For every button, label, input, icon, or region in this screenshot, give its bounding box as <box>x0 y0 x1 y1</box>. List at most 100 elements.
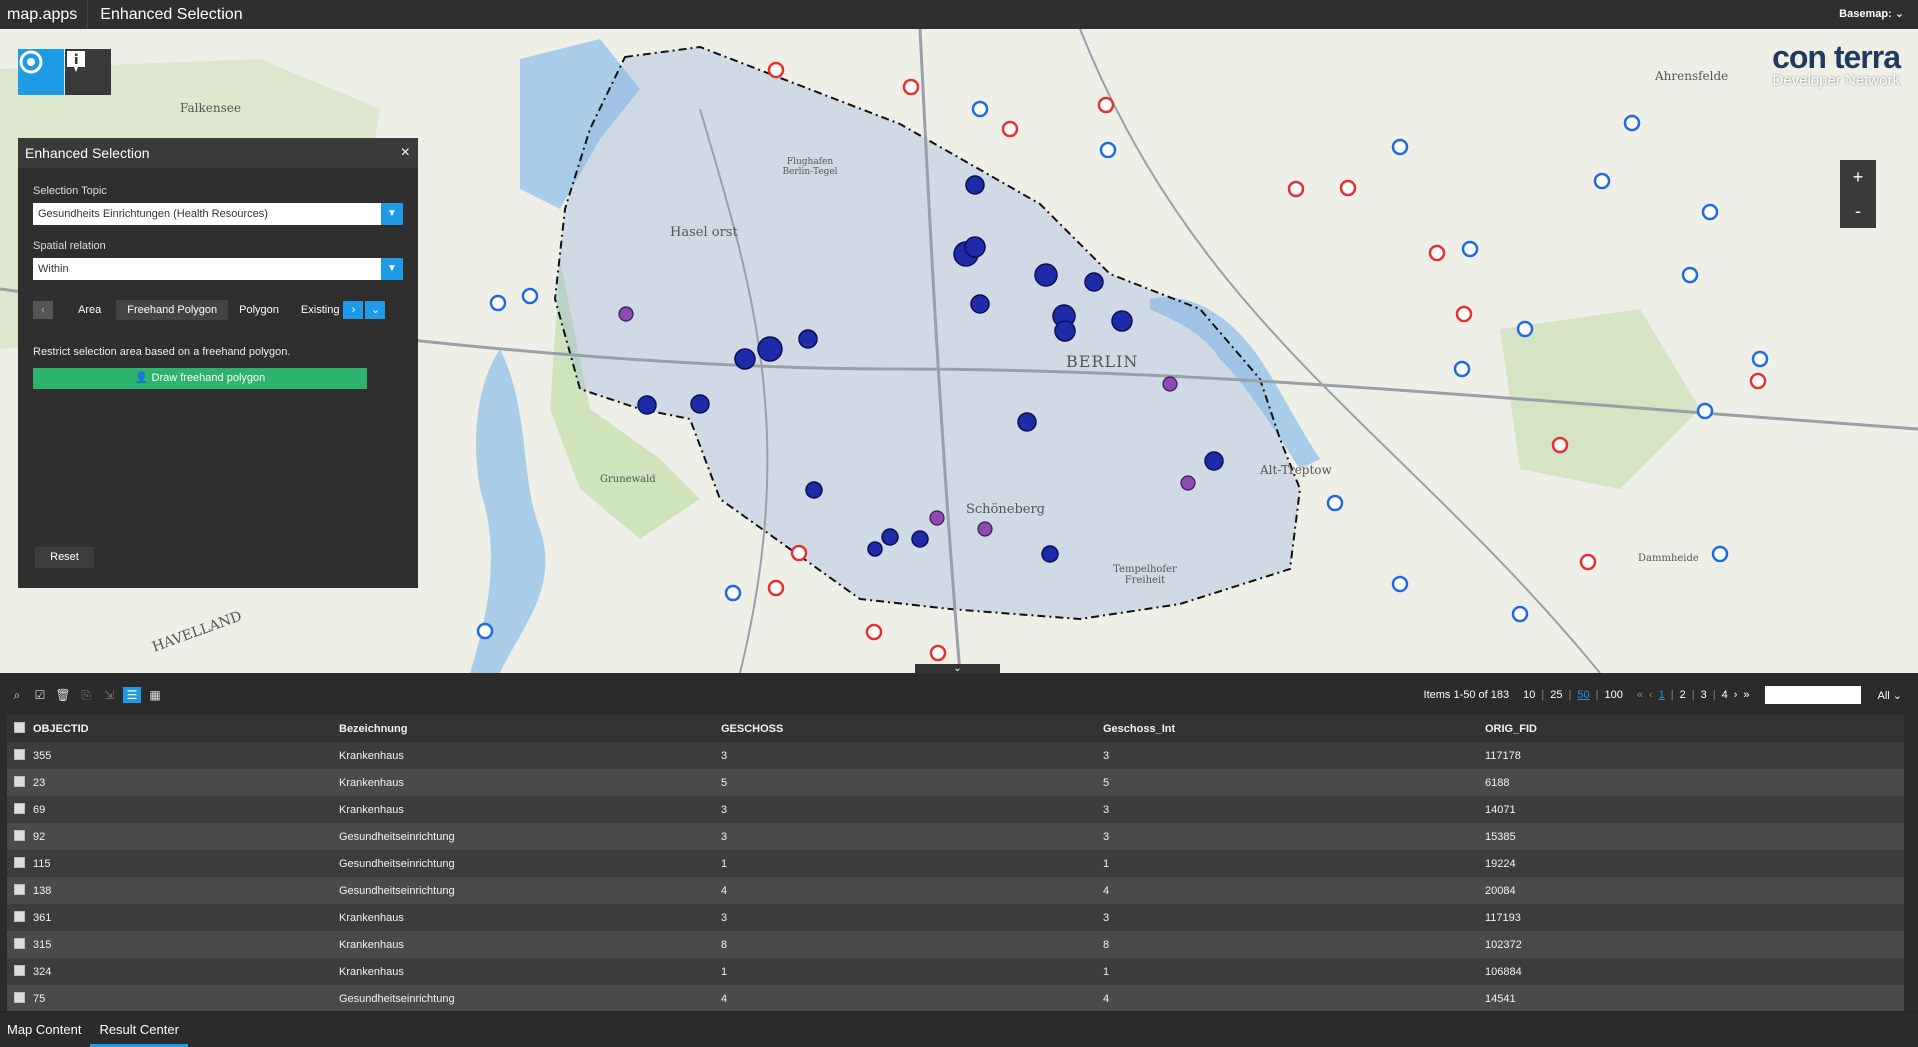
tab-existing[interactable]: Existing <box>290 300 342 320</box>
column-header-orig-fid[interactable]: ORIG_FID <box>1485 723 1835 735</box>
cell-bezeichnung: Krankenhaus <box>339 965 404 978</box>
tab-area[interactable]: Area <box>53 300 116 320</box>
table-body: 355 Krankenhaus 3 3 117178 23 Krankenhaus 5 5 618… <box>7 742 1904 1012</box>
cell-geschoss-int: 3 <box>1103 803 1110 816</box>
row-checkbox[interactable] <box>7 829 33 844</box>
page-3[interactable]: 3 <box>1701 689 1707 701</box>
spatial-relation-select[interactable]: Within ▼ <box>33 258 403 280</box>
page-size-100[interactable]: 100 <box>1604 689 1622 701</box>
pagination: Items 1-50 of 183 10 | 25 | 50 | 100 « ‹ 1 |… <box>1424 686 1902 704</box>
app-title: Enhanced Selection <box>100 5 243 23</box>
tab-polygon[interactable]: Polygon <box>228 300 290 320</box>
page-2[interactable]: 2 <box>1680 689 1686 701</box>
tab-map-content[interactable]: Map Content <box>0 1012 88 1047</box>
cell-bezeichnung: Krankenhaus <box>339 776 404 789</box>
cell-geschoss: 3 <box>721 803 728 816</box>
column-header-geschoss[interactable]: GESCHOSS <box>721 723 1103 735</box>
app-brand[interactable]: map.apps <box>0 0 89 29</box>
table-row[interactable]: 315 Krankenhaus 8 8 102372 <box>7 931 1904 958</box>
row-checkbox[interactable] <box>7 991 33 1006</box>
chevron-down-icon[interactable]: ▼ <box>381 203 403 225</box>
cell-objectid: 92 <box>33 830 46 843</box>
row-checkbox[interactable] <box>7 775 33 790</box>
list-view-icon[interactable]: ☰ <box>123 687 141 703</box>
table-row[interactable]: 23 Krankenhaus 5 5 6188 <box>7 769 1904 796</box>
selection-polygon[interactable] <box>553 45 1302 621</box>
cell-orig-fid: 14541 <box>1485 992 1516 1005</box>
bottom-tab-bar: Map Content Result Center <box>0 1011 1918 1047</box>
cell-geschoss-int: 1 <box>1103 965 1110 978</box>
items-count: Items 1-50 of 183 <box>1423 689 1510 701</box>
select-all-checkbox[interactable] <box>7 721 33 736</box>
cell-objectid: 355 <box>33 749 52 762</box>
last-page-icon[interactable]: » <box>1743 689 1749 701</box>
tabs-scroll-right-icon[interactable]: › <box>343 301 364 319</box>
tab-result-center[interactable]: Result Center <box>90 1012 188 1047</box>
map-view[interactable]: con terra Developer Network + - BERLIN S… <box>0 29 1918 673</box>
zoom-out-button[interactable]: - <box>1840 194 1876 228</box>
column-header-objectid[interactable]: OBJECTID <box>33 723 339 735</box>
draw-freehand-polygon-button[interactable]: 👤 Draw freehand polygon <box>33 368 367 389</box>
table-row[interactable]: 115 Gesundheitseinrichtung 1 1 19224 <box>7 850 1904 877</box>
column-header-bezeichnung[interactable]: Bezeichnung <box>339 723 721 735</box>
row-checkbox[interactable] <box>7 964 33 979</box>
table-row[interactable]: 92 Gesundheitseinrichtung 3 3 15385 <box>7 823 1904 850</box>
cell-bezeichnung: Gesundheitseinrichtung <box>339 992 455 1005</box>
table-row[interactable]: 69 Krankenhaus 3 3 14071 <box>7 796 1904 823</box>
cell-objectid: 69 <box>33 803 46 816</box>
filter-scope-select[interactable]: All ⌄ <box>1877 689 1902 702</box>
selection-topic-value: Gesundheits Einrichtungen (Health Resour… <box>38 208 268 220</box>
table-row[interactable]: 355 Krankenhaus 3 3 117178 <box>7 742 1904 769</box>
cell-objectid: 75 <box>33 992 46 1005</box>
cell-objectid: 361 <box>33 911 52 924</box>
copy-icon[interactable]: ⎘ <box>77 687 95 703</box>
cell-geschoss: 3 <box>721 911 728 924</box>
table-row[interactable]: 75 Gesundheitseinrichtung 4 4 14541 <box>7 985 1904 1012</box>
row-checkbox[interactable] <box>7 937 33 952</box>
map-label-ahrensfelde: Ahrensfelde <box>1655 69 1729 83</box>
cell-objectid: 324 <box>33 965 52 978</box>
cell-geschoss: 3 <box>721 830 728 843</box>
trash-icon[interactable]: 🗑 <box>54 687 72 703</box>
filter-input[interactable] <box>1765 686 1862 704</box>
zoom-in-button[interactable]: + <box>1840 160 1876 194</box>
prev-page-icon[interactable]: ‹ <box>1649 689 1653 701</box>
zoom-to-selection-icon[interactable]: ⌕ <box>8 687 26 703</box>
reset-button[interactable]: Reset <box>35 547 94 568</box>
tabs-menu-chevron-down-icon[interactable]: ⌄ <box>365 301 386 319</box>
table-row[interactable]: 138 Gesundheitseinrichtung 4 4 20084 <box>7 877 1904 904</box>
table-row[interactable]: 324 Krankenhaus 1 1 106884 <box>7 958 1904 985</box>
info-tool-button[interactable] <box>65 49 111 95</box>
row-checkbox[interactable] <box>7 856 33 871</box>
map-label-tegel: Flughafen Berlin-Tegel <box>782 157 838 177</box>
next-page-icon[interactable]: › <box>1734 689 1738 701</box>
chevron-down-icon[interactable]: ▼ <box>381 258 403 280</box>
grid-view-icon[interactable]: ▦ <box>146 687 164 703</box>
page-4[interactable]: 4 <box>1722 689 1728 701</box>
page-size-10[interactable]: 10 <box>1523 689 1535 701</box>
export-icon[interactable]: ⇲ <box>100 687 118 703</box>
row-checkbox[interactable] <box>7 748 33 763</box>
selection-tool-button[interactable] <box>18 49 64 95</box>
tabs-scroll-left-icon[interactable]: ‹ <box>33 301 53 319</box>
selection-topic-select[interactable]: Gesundheits Einrichtungen (Health Resour… <box>33 203 403 225</box>
filter-scope-value: All <box>1877 689 1890 702</box>
cell-orig-fid: 15385 <box>1485 830 1516 843</box>
window-titlebar[interactable]: Enhanced Selection × <box>18 138 418 168</box>
collapse-panel-handle[interactable]: ⌄ <box>915 664 1000 673</box>
close-icon[interactable]: × <box>401 144 410 162</box>
page-size-25[interactable]: 25 <box>1550 689 1562 701</box>
page-1[interactable]: 1 <box>1659 689 1665 701</box>
select-all-icon[interactable]: ☑ <box>31 687 49 703</box>
column-header-geschoss-int[interactable]: Geschoss_Int <box>1103 723 1485 735</box>
tab-freehand-polygon[interactable]: Freehand Polygon <box>116 300 229 320</box>
basemap-switcher[interactable]: Basemap: ⌄ <box>1839 7 1904 20</box>
row-checkbox[interactable] <box>7 883 33 898</box>
row-checkbox[interactable] <box>7 910 33 925</box>
page-size-50[interactable]: 50 <box>1577 689 1589 701</box>
map-label-schoeneberg: Schöneberg <box>966 502 1046 517</box>
table-row[interactable]: 361 Krankenhaus 3 3 117193 <box>7 904 1904 931</box>
cell-geschoss: 1 <box>721 857 728 870</box>
first-page-icon[interactable]: « <box>1637 689 1643 701</box>
row-checkbox[interactable] <box>7 802 33 817</box>
